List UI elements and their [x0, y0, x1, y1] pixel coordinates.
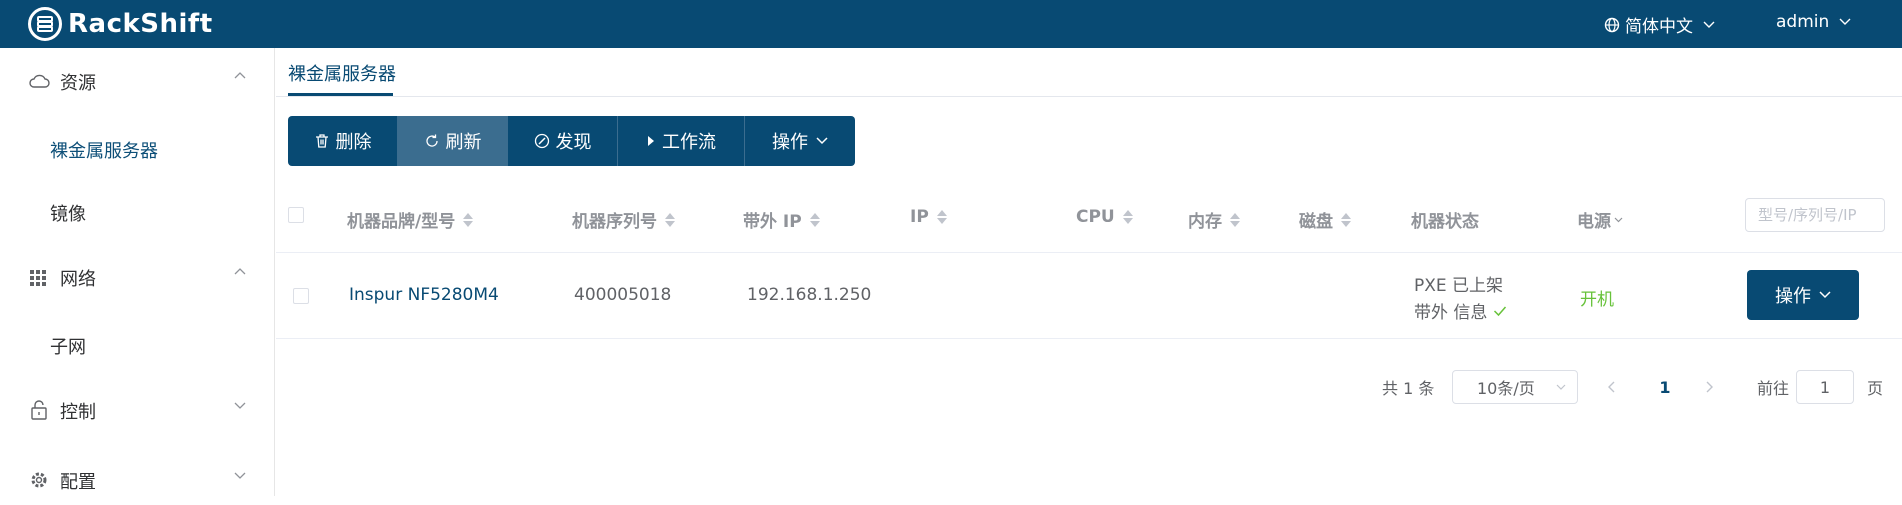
next-page-button[interactable] — [1703, 370, 1715, 404]
cloud-icon — [29, 74, 50, 88]
tab-baremetal[interactable]: 裸金属服务器 — [288, 60, 396, 86]
username: admin — [1776, 12, 1830, 32]
discover-button[interactable]: 发现 — [508, 116, 618, 166]
refresh-button[interactable]: 刷新 — [398, 116, 508, 166]
sidebar-group-resources[interactable]: 资源 — [0, 56, 274, 106]
goto-label: 前往 — [1757, 379, 1790, 398]
sort-icon[interactable] — [463, 212, 474, 228]
sort-icon[interactable] — [1230, 212, 1240, 228]
search-input[interactable] — [1745, 198, 1885, 232]
column-header-memory[interactable]: 内存 — [1188, 207, 1240, 232]
logo-icon — [28, 7, 62, 41]
column-header-serial[interactable]: 机器序列号 — [572, 207, 675, 232]
select-all-checkbox[interactable] — [288, 207, 304, 223]
goto-suffix: 页 — [1867, 379, 1884, 398]
actions-dropdown-button[interactable]: 操作 — [745, 116, 855, 166]
column-header-model[interactable]: 机器品牌/型号 — [347, 207, 474, 232]
column-header-disk[interactable]: 磁盘 — [1299, 207, 1351, 232]
pagination-total: 共 1 条 — [1382, 379, 1435, 398]
sort-icon[interactable] — [809, 212, 820, 228]
check-icon — [1494, 306, 1507, 316]
status-bmc-text: 带外 信息 — [1414, 303, 1488, 323]
top-header: RackShift 简体中文 admin — [0, 0, 1902, 48]
table-row: Inspur NF5280M4 400005018 192.168.1.250 … — [276, 254, 1902, 339]
action-toolbar: 删除 刷新 发现 工作流 操作 — [288, 116, 855, 166]
gear-icon — [31, 472, 47, 488]
chevron-right-icon — [1706, 381, 1713, 393]
grid-icon — [30, 270, 46, 286]
sidebar-item-subnet[interactable]: 子网 — [50, 333, 86, 359]
chevron-down-icon — [1614, 217, 1623, 222]
sidebar-group-label: 资源 — [60, 73, 96, 94]
column-header-cpu[interactable]: CPU — [1076, 207, 1133, 227]
model-link[interactable]: Inspur NF5280M4 — [349, 285, 499, 305]
tab-bar: 裸金属服务器 — [276, 48, 1902, 97]
discover-label: 发现 — [555, 132, 592, 153]
language-label: 简体中文 — [1625, 17, 1693, 37]
page-number-current[interactable]: 1 — [1650, 370, 1680, 404]
compass-icon — [534, 133, 549, 149]
sidebar-group-network[interactable]: 网络 — [0, 252, 274, 302]
workflow-button[interactable]: 工作流 — [618, 116, 745, 166]
refresh-label: 刷新 — [445, 132, 482, 153]
column-header-status: 机器状态 — [1411, 212, 1479, 232]
chevron-up-icon — [234, 72, 246, 79]
row-checkbox[interactable] — [293, 288, 309, 304]
power-status: 开机 — [1580, 290, 1614, 310]
chevron-down-icon — [1703, 21, 1715, 28]
chevron-left-icon — [1608, 381, 1615, 393]
chevron-up-icon — [234, 268, 246, 275]
sidebar-group-config[interactable]: 配置 — [0, 455, 274, 505]
status-line-bmc: 带外 信息 — [1414, 298, 1507, 323]
column-header-ip[interactable]: IP — [910, 207, 947, 227]
sort-icon[interactable] — [665, 212, 675, 228]
sort-icon[interactable] — [1122, 209, 1133, 225]
chevron-down-icon — [1839, 18, 1851, 25]
chevron-down-icon — [234, 472, 246, 479]
sidebar-group-label: 控制 — [60, 402, 96, 423]
column-header-power[interactable]: 电源 — [1577, 207, 1623, 232]
language-switcher[interactable]: 简体中文 — [1604, 12, 1715, 37]
refresh-icon — [425, 134, 438, 147]
chevron-down-icon — [234, 402, 246, 409]
goto-page-input[interactable] — [1796, 370, 1854, 404]
actions-label: 操作 — [772, 132, 808, 153]
trash-icon — [315, 134, 328, 148]
globe-icon — [1604, 17, 1620, 32]
active-tab-indicator — [288, 93, 393, 96]
delete-label: 删除 — [335, 132, 372, 153]
prev-page-button[interactable] — [1606, 370, 1618, 404]
chevron-down-icon — [1556, 384, 1566, 390]
workflow-label: 工作流 — [662, 132, 716, 153]
sort-icon[interactable] — [936, 209, 947, 225]
bmc-ip-cell: 192.168.1.250 — [747, 285, 872, 305]
sidebar-item-images[interactable]: 镜像 — [50, 200, 86, 226]
row-actions-button[interactable]: 操作 — [1747, 270, 1859, 320]
column-header-bmc-ip[interactable]: 带外 IP — [743, 207, 820, 232]
page-size-value: 10条/页 — [1477, 379, 1535, 398]
sidebar-group-control[interactable]: 控制 — [0, 385, 274, 435]
lock-icon — [31, 400, 47, 420]
chevron-down-icon — [1819, 291, 1831, 299]
user-menu[interactable]: admin — [1776, 12, 1851, 32]
sidebar-group-label: 网络 — [60, 269, 96, 290]
table-header: 机器品牌/型号 机器序列号 带外 IP IP CPU 内存 磁盘 机器状态 电源 — [276, 185, 1902, 253]
delete-button[interactable]: 删除 — [288, 116, 398, 166]
page-size-select[interactable]: 10条/页 — [1452, 370, 1578, 404]
app-name: RackShift — [68, 9, 213, 39]
sidebar-group-label: 配置 — [60, 472, 96, 493]
sort-icon[interactable] — [1341, 212, 1351, 228]
sidebar-item-baremetal[interactable]: 裸金属服务器 — [50, 137, 158, 163]
serial-cell: 400005018 — [574, 285, 672, 305]
row-actions-label: 操作 — [1775, 286, 1811, 307]
status-line-pxe: PXE 已上架 — [1414, 276, 1504, 296]
sidebar: 资源 裸金属服务器 镜像 网络 子网 控制 配置 — [0, 48, 275, 496]
play-icon — [648, 136, 654, 146]
chevron-down-icon — [816, 137, 828, 145]
app-logo[interactable]: RackShift — [28, 4, 213, 44]
